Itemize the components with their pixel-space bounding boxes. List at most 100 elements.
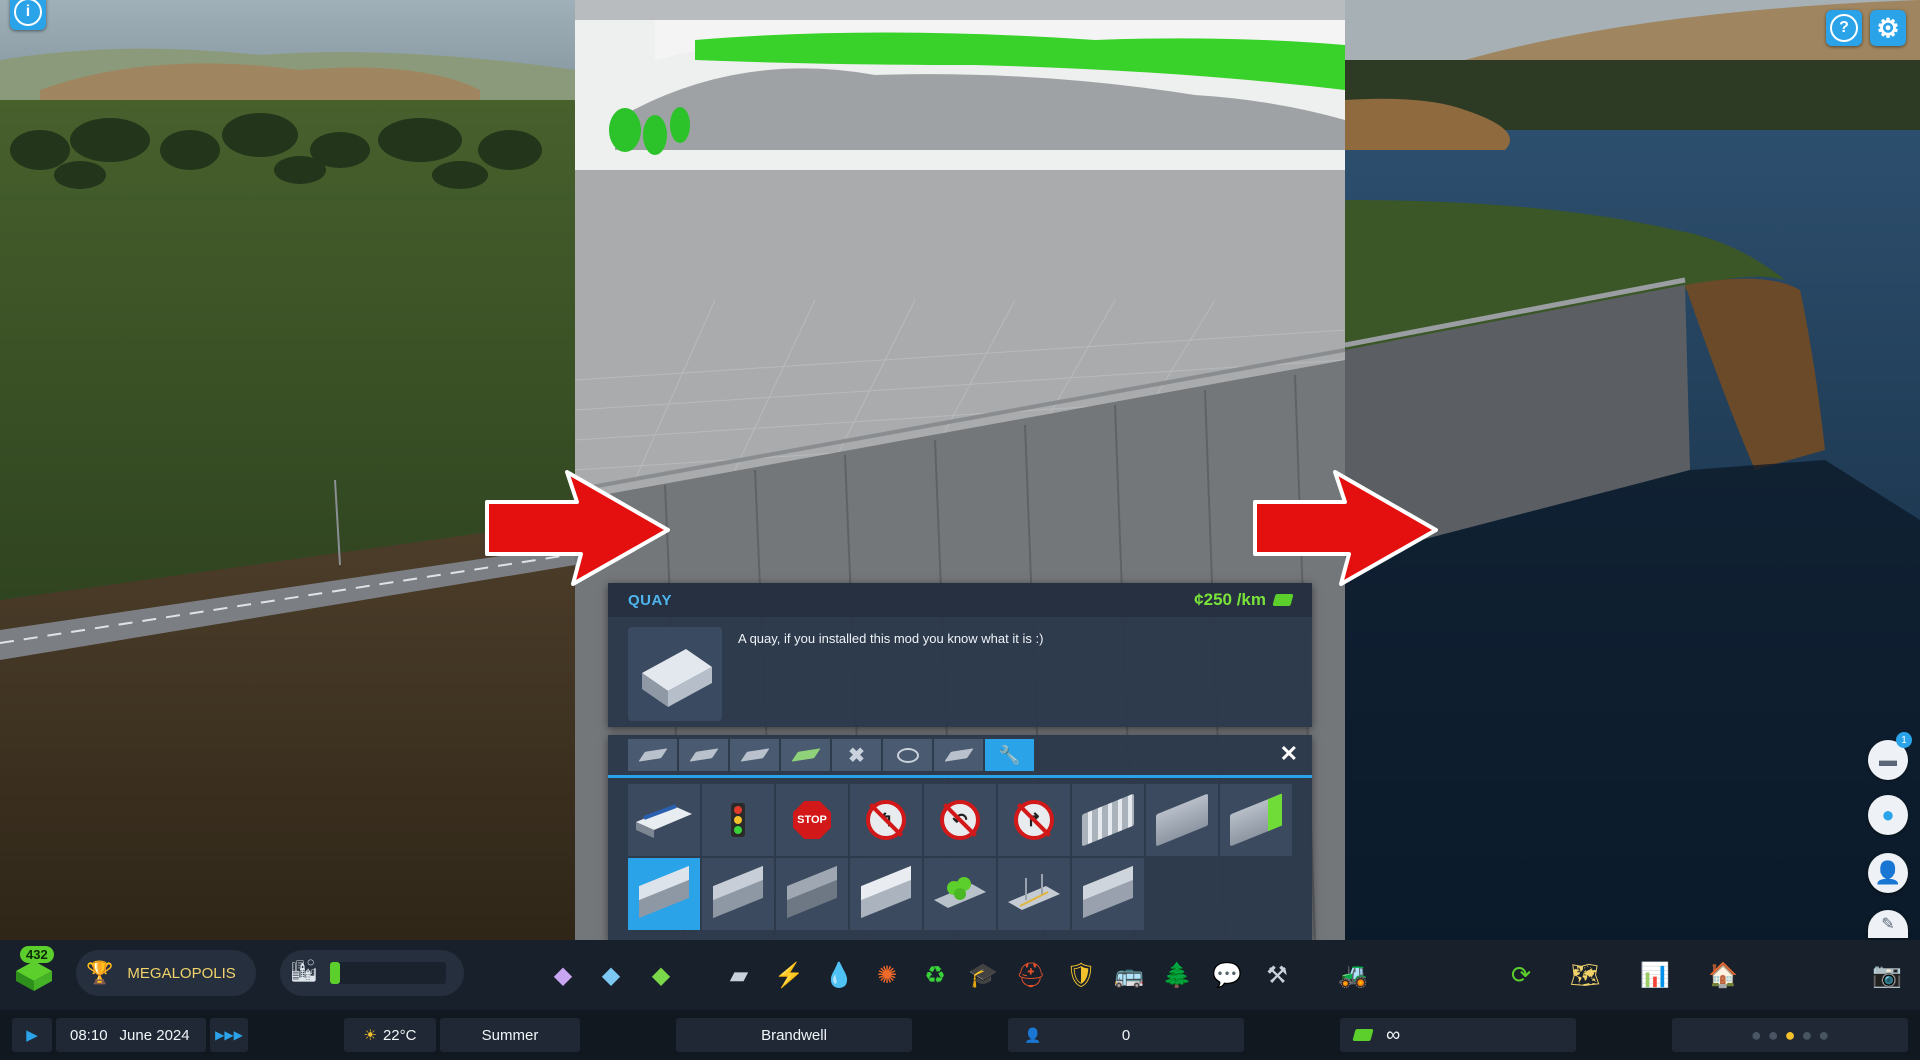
tree-road-icon <box>934 877 986 908</box>
asset-item-crosswalk[interactable] <box>1072 784 1144 856</box>
parks-button[interactable]: 🌲 <box>1162 960 1192 990</box>
garbage-button[interactable]: ♻ <box>920 960 950 990</box>
city-info-button[interactable]: 🏠 <box>1708 960 1738 990</box>
asset-item-green-median[interactable] <box>924 858 996 930</box>
healthcare-button[interactable]: ✺ <box>872 960 902 990</box>
transport-button[interactable]: 🚌 <box>1114 960 1144 990</box>
police-button[interactable]: 🛡 <box>1066 960 1096 990</box>
person-icon: 👤 <box>1874 860 1902 885</box>
asset-item-no-right-turn[interactable]: ↱ <box>998 784 1070 856</box>
road-icon: ▰ <box>729 961 749 989</box>
roads-button[interactable]: ▰ <box>724 960 754 990</box>
communications-button[interactable]: 💬 <box>1212 960 1242 990</box>
photo-mode-button[interactable]: 📷 <box>1872 960 1902 990</box>
citizens-button[interactable]: 👤 <box>1868 853 1908 893</box>
tab-small-roads[interactable] <box>628 739 677 771</box>
arrow-icon <box>1253 470 1438 586</box>
asset-item-retaining-wall[interactable] <box>702 858 774 930</box>
asset-item-quay[interactable] <box>628 858 700 930</box>
date-label: June 2024 <box>119 1026 190 1044</box>
terrain-button[interactable]: ◆ <box>646 960 676 990</box>
population-value: 0 <box>1121 1026 1131 1044</box>
tab-parking[interactable] <box>934 739 983 771</box>
road-icon <box>688 748 719 762</box>
park-tree-icon: 🌲 <box>1162 961 1192 989</box>
road-marking-icon <box>1156 793 1208 847</box>
areas-button[interactable]: ◆ <box>596 960 626 990</box>
water-button[interactable]: 💧 <box>824 960 854 990</box>
fire-helmet-icon: ⛑ <box>1015 961 1047 989</box>
asset-item-lamp-road[interactable] <box>998 858 1070 930</box>
quay-icon <box>639 865 689 919</box>
xp-badge: 432 <box>20 946 54 963</box>
toll-booth-icon <box>636 804 692 838</box>
water-drop-icon: 💧 <box>824 961 854 989</box>
tab-roundabouts[interactable] <box>883 739 932 771</box>
asset-item-no-u-turn[interactable]: ↶ <box>924 784 996 856</box>
asset-item-wall-slope[interactable] <box>1072 858 1144 930</box>
asset-item-road-marking[interactable] <box>1146 784 1218 856</box>
tab-highways[interactable] <box>781 739 830 771</box>
journal-icon: ✎ <box>1881 916 1895 933</box>
asset-item-traffic-light[interactable] <box>702 784 774 856</box>
speed-button[interactable]: ▶▶▶ <box>210 1018 248 1052</box>
zoning-button[interactable]: ◆ <box>548 960 578 990</box>
temperature-value: 22°C <box>382 1026 417 1044</box>
clock-time: 08:10 <box>70 1026 108 1044</box>
close-icon[interactable]: ✕ <box>1280 741 1298 767</box>
city-icon: 🏙 <box>290 958 318 983</box>
tab-road-services[interactable]: 🔧 <box>985 739 1034 771</box>
time-display: 08:10 June 2024 <box>56 1018 206 1052</box>
road-asset-panel: ✖ 🔧 ✕ STOP ↰ ↶ ↱ <box>608 735 1312 940</box>
asset-item-channel[interactable] <box>850 858 922 930</box>
asset-item-no-left-turn[interactable]: ↰ <box>850 784 922 856</box>
city-name: Brandwell <box>761 1026 827 1044</box>
tab-large-roads[interactable] <box>730 739 779 771</box>
asset-item-tunnel[interactable] <box>776 858 848 930</box>
population-progress[interactable]: 🏙 <box>280 950 464 996</box>
help-button[interactable]: ? <box>1826 10 1862 46</box>
milestone-label: MEGALOPOLIS <box>127 964 236 982</box>
tab-medium-roads[interactable] <box>679 739 728 771</box>
economy-icon: ⟳ <box>1510 961 1532 989</box>
map-button[interactable]: 🗺 <box>1570 960 1600 990</box>
tab-intersections[interactable]: ✖ <box>832 739 881 771</box>
info-button[interactable]: i <box>10 0 46 30</box>
health-icon: ✺ <box>876 961 898 989</box>
tool-cost: ¢250 /km <box>1194 590 1294 610</box>
asset-tabs: ✖ 🔧 ✕ <box>608 735 1312 778</box>
statistics-button[interactable]: 📊 <box>1640 960 1670 990</box>
asset-item-stop-sign[interactable]: STOP <box>776 784 848 856</box>
chirper-bird-icon: ● <box>1881 802 1895 827</box>
electricity-button[interactable]: ⚡ <box>774 960 804 990</box>
road-icon <box>637 748 668 762</box>
asset-item-toll-booth[interactable] <box>628 784 700 856</box>
education-button[interactable]: 🎓 <box>968 960 998 990</box>
asset-item-grass-road[interactable] <box>1220 784 1292 856</box>
city-name-display[interactable]: Brandwell <box>676 1018 912 1052</box>
terrain-icon: ◆ <box>651 961 671 989</box>
roundabout-icon <box>896 747 919 763</box>
bulldozer-icon: 🚜 <box>1338 961 1368 989</box>
chirper-button[interactable]: ● <box>1868 795 1908 835</box>
quay-icon <box>642 649 712 707</box>
play-icon: ▶ <box>26 1027 38 1044</box>
help-icon: ? <box>1830 14 1858 42</box>
season-display: Summer <box>440 1018 580 1052</box>
landscaping-button[interactable]: ⚒ <box>1262 960 1292 990</box>
play-button[interactable]: ▶ <box>12 1018 52 1052</box>
tunnel-icon <box>787 865 837 919</box>
fire-button[interactable]: ⛑ <box>1016 960 1046 990</box>
bulldozer-button[interactable]: 🚜 <box>1338 960 1368 990</box>
money-value: ∞ <box>1386 1023 1401 1046</box>
street-lamp-icon <box>1008 874 1060 910</box>
milestone-button[interactable]: 🏆 MEGALOPOLIS <box>76 950 256 996</box>
money-icon <box>1272 594 1294 606</box>
tool-info-panel: QUAY ¢250 /km A quay, if you installed t… <box>608 583 1312 727</box>
police-badge-icon: 🛡 <box>1065 961 1097 989</box>
trophy-icon: 🏆 <box>86 960 114 985</box>
settings-button[interactable]: ⚙ <box>1870 10 1906 46</box>
economy-button[interactable]: ⟳ <box>1506 960 1536 990</box>
notifications-button[interactable]: ▬ 1 <box>1868 732 1912 780</box>
bar-chart-icon: 📊 <box>1640 961 1670 989</box>
